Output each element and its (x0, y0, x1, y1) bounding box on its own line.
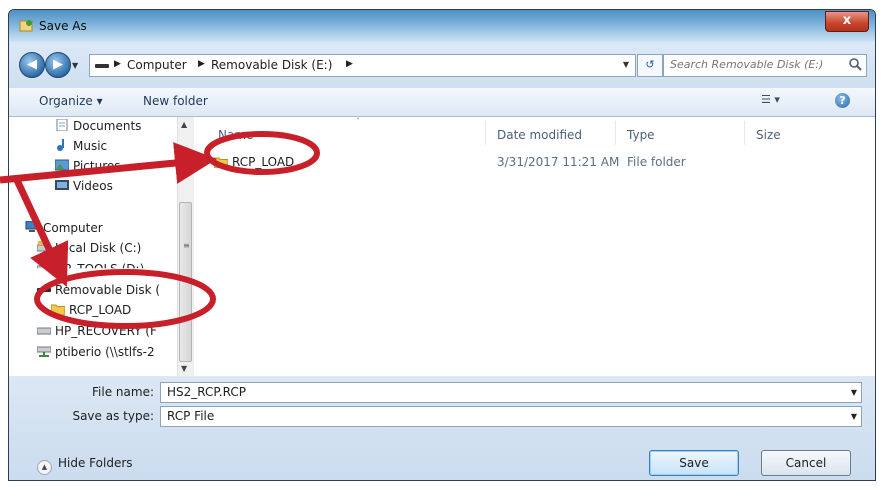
save-as-type-value[interactable]: RCP File (167, 409, 214, 423)
nav-item-label: Removable Disk ( (55, 283, 161, 297)
search-box[interactable] (663, 54, 867, 77)
search-icon[interactable] (846, 56, 864, 74)
nav-item-label: Documents (73, 119, 142, 133)
nav-item-label: ptiberio (\\stlfs-2 (55, 345, 155, 359)
scroll-down-arrow-icon[interactable]: ▼ (181, 364, 187, 373)
search-input[interactable] (664, 55, 842, 74)
window-title: Save As (39, 19, 87, 33)
hide-folders-label: Hide Folders (58, 456, 133, 470)
save-as-type-label: Save as type: (72, 409, 154, 423)
column-header-type[interactable]: Type (627, 128, 655, 142)
organize-label: Organize (39, 94, 93, 108)
file-type-cell: File folder (627, 155, 686, 169)
title-bar: Save As x (9, 10, 875, 42)
address-bar[interactable]: ▶ Computer ▶ Removable Disk (E:) ▶ ▼ (89, 54, 636, 77)
nav-item-label: Local Disk (C:) (55, 241, 142, 255)
drive-icon (95, 64, 109, 68)
sort-ascending-icon: ˄ (356, 117, 360, 126)
forward-button[interactable]: ▶ (45, 52, 71, 78)
folder-icon (51, 304, 65, 315)
grip-icon: ≡ (183, 241, 190, 250)
new-folder-button[interactable]: New folder (143, 94, 208, 108)
breadcrumb-removable-disk[interactable]: Removable Disk (E:) (211, 58, 332, 72)
change-view-button[interactable]: ☰ ▾ (761, 93, 780, 106)
nav-item-removable-disk[interactable]: Removable Disk ( (37, 283, 160, 297)
file-name-cell[interactable]: RCP_LOAD (232, 155, 294, 169)
file-name-value[interactable]: HS2_RCP.RCP (167, 385, 246, 399)
computer-icon (25, 221, 39, 232)
column-header-date-modified[interactable]: Date modified (497, 128, 582, 142)
refresh-button[interactable]: ↺ (637, 54, 663, 77)
chevron-down-icon[interactable]: ▼ (851, 388, 857, 397)
column-header-name[interactable]: Name (218, 128, 253, 142)
address-dropdown-icon[interactable]: ▼ (623, 60, 629, 69)
cancel-button[interactable]: Cancel (761, 450, 851, 476)
nav-item-hp-tools[interactable]: HP_TOOLS (D:) (37, 262, 145, 276)
chevron-down-icon[interactable]: ▼ (851, 412, 857, 421)
recent-pages-dropdown[interactable]: ▼ (72, 61, 78, 70)
nav-item-label: Computer (43, 221, 103, 235)
videos-icon (55, 180, 69, 190)
nav-item-label: RCP_LOAD (69, 303, 132, 317)
nav-item-computer[interactable]: Computer (25, 221, 103, 235)
chevron-right-icon[interactable]: ▶ (346, 59, 353, 69)
file-name-field[interactable]: HS2_RCP.RCP ▼ (160, 382, 862, 403)
organize-button[interactable]: Organize ▾ (39, 94, 103, 108)
pictures-icon (55, 159, 69, 171)
column-divider[interactable] (485, 121, 486, 145)
nav-item-local-disk[interactable]: Local Disk (C:) (37, 241, 141, 255)
save-dialog-icon (19, 20, 33, 32)
drive-icon (37, 327, 51, 335)
save-options-panel: File name: HS2_RCP.RCP ▼ Save as type: R… (9, 376, 875, 480)
local-disk-icon (37, 241, 51, 252)
nav-item-music[interactable]: Music (55, 139, 107, 153)
nav-item-label: Music (73, 139, 108, 153)
nav-item-videos[interactable]: Videos (55, 179, 113, 193)
drive-icon (37, 265, 51, 269)
back-button[interactable]: ◀ (19, 52, 45, 78)
hide-folders-button[interactable]: ▲ Hide Folders (37, 456, 133, 475)
collapse-icon: ▲ (37, 460, 52, 475)
column-divider[interactable] (615, 121, 616, 145)
music-icon (57, 139, 64, 151)
nav-item-label: HP_TOOLS (D:) (55, 262, 145, 276)
nav-item-documents[interactable]: Documents (55, 119, 141, 133)
close-button[interactable]: x (825, 11, 869, 32)
save-as-type-select[interactable]: RCP File ▼ (160, 406, 862, 427)
nav-item-label: Pictures (73, 159, 121, 173)
folder-icon (214, 157, 228, 168)
save-as-dialog: Save As x ◀ ▶ ▼ ▶ Computer ▶ Removable D… (8, 9, 876, 481)
documents-icon (56, 119, 68, 131)
nav-item-label: HP_RECOVERY (F (55, 324, 157, 338)
scroll-up-arrow-icon[interactable]: ▲ (181, 120, 187, 129)
file-list[interactable]: ˄ Name Date modified Type Size RCP_LOAD … (194, 117, 875, 376)
nav-item-rcp-load[interactable]: RCP_LOAD (51, 303, 131, 317)
file-date-cell: 3/31/2017 11:21 AM (497, 155, 620, 169)
scrollbar-thumb[interactable]: ≡ (179, 202, 192, 362)
column-header-size[interactable]: Size (756, 128, 781, 142)
navigation-pane[interactable]: Documents Music Pictures Videos Computer… (9, 117, 177, 376)
address-bar-row: ◀ ▶ ▼ ▶ Computer ▶ Removable Disk (E:) ▶… (9, 42, 875, 88)
removable-disk-icon (37, 288, 51, 292)
breadcrumb-computer[interactable]: Computer (127, 58, 187, 72)
content-area: Documents Music Pictures Videos Computer… (9, 117, 875, 376)
column-divider[interactable] (744, 121, 745, 145)
chevron-right-icon[interactable]: ▶ (114, 59, 121, 69)
network-drive-icon (37, 346, 51, 357)
command-bar: Organize ▾ New folder ☰ ▾ ? (9, 88, 875, 117)
nav-item-pictures[interactable]: Pictures (55, 159, 121, 173)
help-icon[interactable]: ? (835, 93, 850, 108)
nav-item-hp-recovery[interactable]: HP_RECOVERY (F (37, 324, 157, 338)
nav-item-label: Videos (73, 179, 113, 193)
file-name-label: File name: (92, 385, 154, 399)
save-button[interactable]: Save (649, 450, 739, 476)
chevron-right-icon[interactable]: ▶ (198, 59, 205, 69)
nav-item-network-drive[interactable]: ptiberio (\\stlfs-2 (37, 345, 155, 359)
